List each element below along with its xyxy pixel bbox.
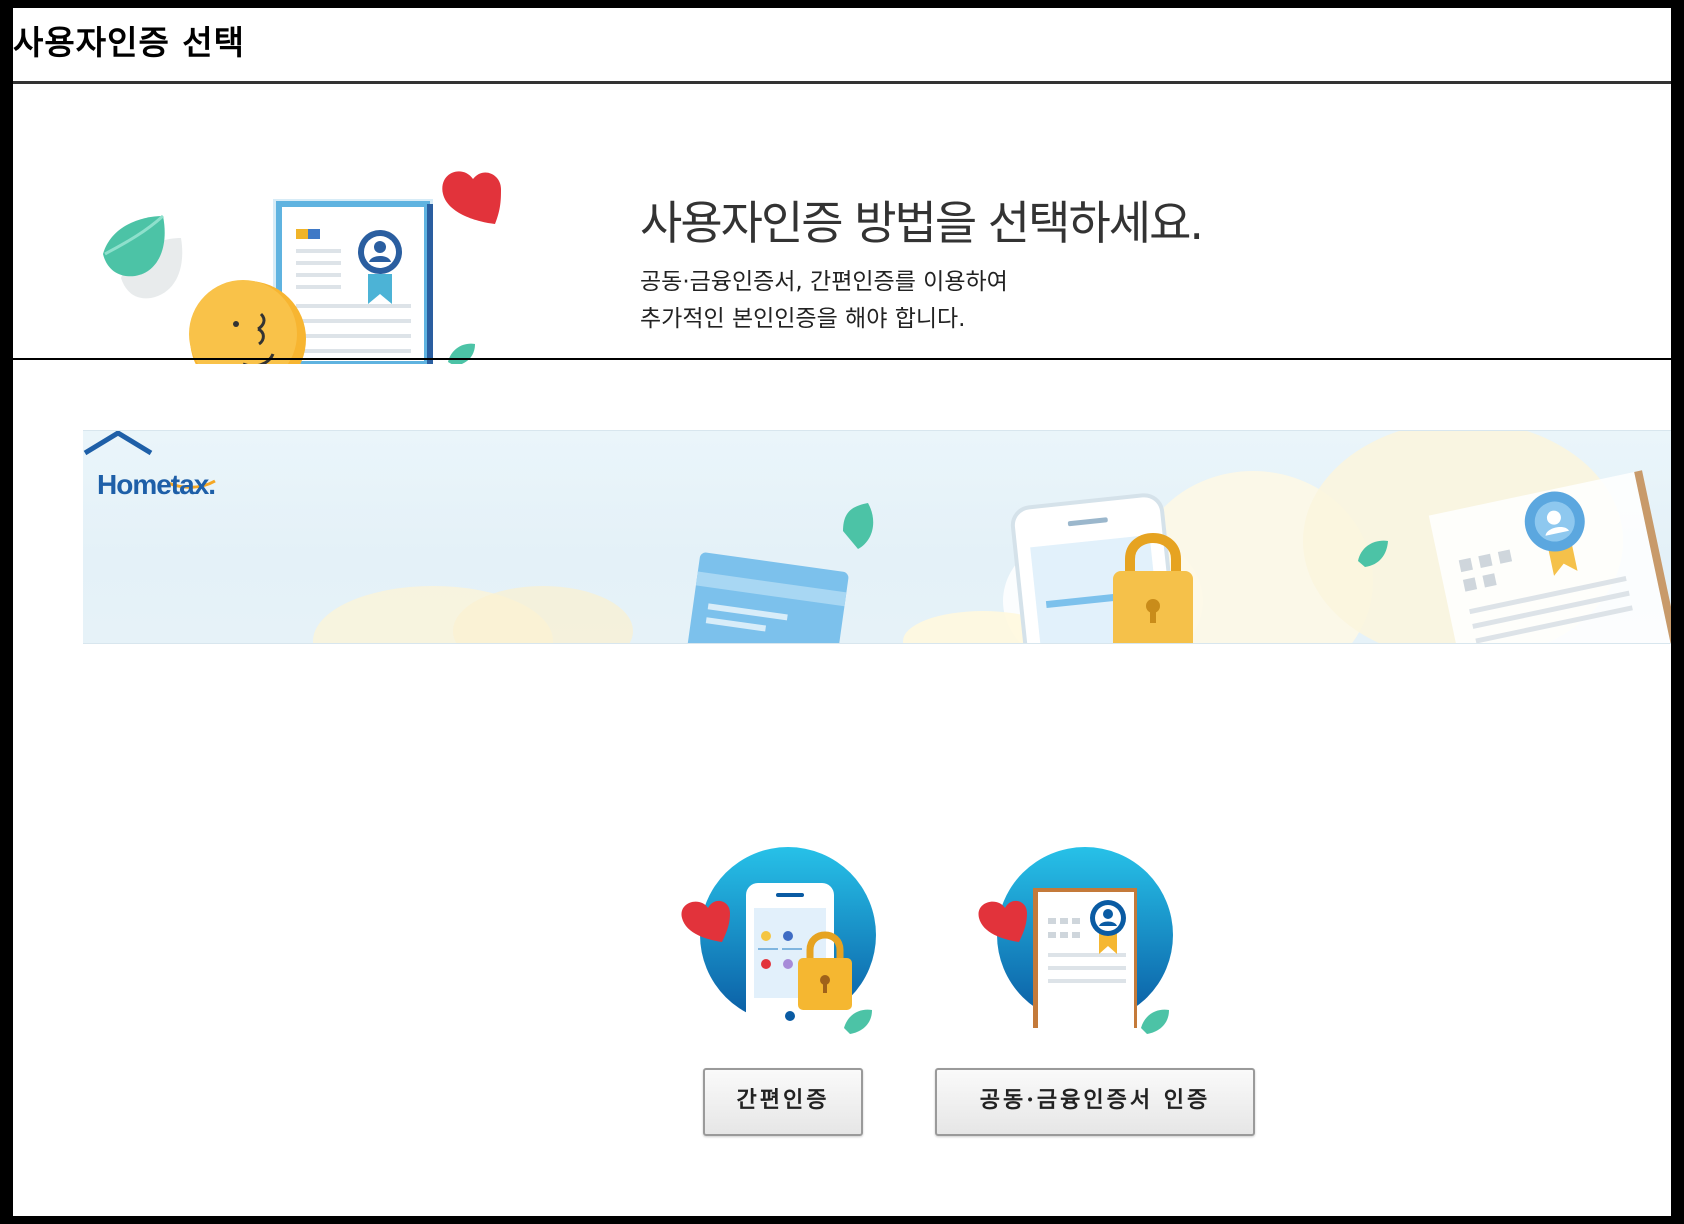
heart-icon — [442, 171, 501, 224]
simple-auth-button[interactable]: 간편인증 — [703, 1068, 863, 1136]
window-title: 사용자인증 선택 — [13, 23, 246, 62]
mobile-lock-icon — [681, 847, 876, 1034]
hometax-logo-text: Hometax. — [97, 469, 216, 500]
intro-heading: 사용자인증 방법을 선택하세요. — [640, 196, 1204, 250]
auth-window: 사용자인증 선택 사용자인증 방법을 선택하세요. 공동·금융인증서, 간편인증… — [13, 8, 1671, 1216]
leaf-icon — [844, 1009, 872, 1034]
intro-section: 사용자인증 방법을 선택하세요. 공동·금융인증서, 간편인증를 이용하여 추가… — [13, 84, 1671, 364]
intro-illustration — [103, 171, 501, 364]
intro-desc-line1: 공동·금융인증서, 간편인증를 이용하여 — [640, 269, 1008, 295]
hometax-banner: Hometax. — [83, 430, 1671, 644]
credit-card-icon — [687, 552, 849, 643]
section-divider — [13, 358, 1671, 360]
leaf-icon — [448, 343, 475, 364]
leaf-icon — [1141, 1009, 1169, 1034]
certificate-auth-button[interactable]: 공동·금융인증서 인증 — [935, 1068, 1255, 1136]
heart-icon — [681, 900, 730, 942]
banner-illustration — [313, 431, 1671, 643]
intro-desc-line2: 추가적인 본인인증을 해야 합니다. — [640, 306, 966, 332]
intro-description: 공동·금융인증서, 간편인증를 이용하여 추가적인 본인인증을 해야 합니다. — [640, 264, 1008, 338]
certificate-icon — [978, 847, 1173, 1034]
heart-icon — [978, 900, 1027, 942]
simple-auth-option — [678, 838, 878, 1042]
certificate-auth-option — [975, 838, 1175, 1042]
leaf-icon — [103, 214, 183, 299]
